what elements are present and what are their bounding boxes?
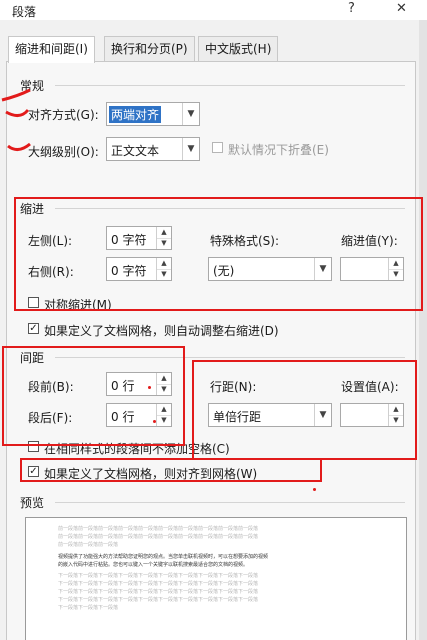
title-bar: 段落 ? ✕ xyxy=(0,0,427,20)
annotation-dot xyxy=(153,420,156,423)
outline-level-value: 正文文本 xyxy=(111,144,160,158)
preview-prev-line: 前一段落前一段落前一段落前一段落前一段落前一段落前一段落前一段落前一段落前一段落 xyxy=(58,534,259,540)
tab-indent-spacing[interactable]: 缩进和间距(I) xyxy=(8,36,95,63)
annotation-dot xyxy=(148,386,151,389)
chevron-down-icon: ▼ xyxy=(182,138,199,160)
preview-prev-line: 前一段落前一段落前一段落 xyxy=(58,542,119,548)
alignment-dropdown[interactable]: 两端对齐 ▼ xyxy=(106,102,200,126)
tab-line-page-breaks[interactable]: 换行和分页(P) xyxy=(104,36,195,61)
annotation-spacing-box xyxy=(2,346,185,446)
annotation-indent-box xyxy=(14,197,423,311)
close-icon[interactable]: ✕ xyxy=(396,1,407,16)
preview-next-line: 下一段落下一段落下一段落下一段落下一段落下一段落下一段落下一段落下一段落下一段落 xyxy=(58,581,259,587)
preview-next-line: 下一段落下一段落下一段落下一段落下一段落下一段落下一段落下一段落下一段落下一段落 xyxy=(58,597,259,603)
dialog-title: 段落 xyxy=(12,5,37,19)
annotation-dot xyxy=(313,488,316,491)
collapse-label: 默认情况下折叠(E) xyxy=(228,143,329,157)
preview-sample-line: 视频提供了功能强大的方法帮助您证明您的观点。当您单击联机视频时，可以在想要添加的… xyxy=(58,554,269,560)
preview-sample-line: 的嵌入代码中进行粘贴。您也可以键入一个关键字以联机搜索最适合您的文档的视频。 xyxy=(58,562,249,568)
scrollbar[interactable] xyxy=(419,20,427,640)
alignment-value: 两端对齐 xyxy=(109,106,162,123)
preview-next-line: 下一段落下一段落下一段落下一段落下一段落下一段落下一段落下一段落下一段落下一段落 xyxy=(58,573,259,579)
help-icon[interactable]: ? xyxy=(348,1,355,16)
collapse-checkbox[interactable] xyxy=(212,142,223,153)
paragraph-dialog: 段落 ? ✕ 缩进和间距(I) 换行和分页(P) 中文版式(H) 常规 对齐方式… xyxy=(0,0,427,640)
annotation-line-spacing-box xyxy=(192,360,417,460)
preview-next-line: 下一段落下一段落下一段落 xyxy=(58,605,119,611)
preview-prev-line: 前一段落前一段落前一段落前一段落前一段落前一段落前一段落前一段落前一段落前一段落 xyxy=(58,526,259,532)
preview-box: 前一段落前一段落前一段落前一段落前一段落前一段落前一段落前一段落前一段落前一段落… xyxy=(25,517,407,640)
annotation-scribble xyxy=(1,88,31,151)
chevron-down-icon: ▼ xyxy=(182,103,199,125)
auto-adjust-checkbox[interactable]: ✓ xyxy=(28,323,39,334)
preview-next-line: 下一段落下一段落下一段落下一段落下一段落下一段落下一段落下一段落下一段落下一段落 xyxy=(58,589,259,595)
preview-divider xyxy=(55,502,405,503)
general-divider xyxy=(55,85,405,86)
outline-level-dropdown[interactable]: 正文文本 ▼ xyxy=(106,137,200,161)
tab-asian-typography[interactable]: 中文版式(H) xyxy=(198,36,279,61)
preview-section-title: 预览 xyxy=(20,496,45,510)
auto-adjust-label: 如果定义了文档网格，则自动调整右缩进(D) xyxy=(44,324,279,338)
annotation-grid-box xyxy=(20,458,322,482)
